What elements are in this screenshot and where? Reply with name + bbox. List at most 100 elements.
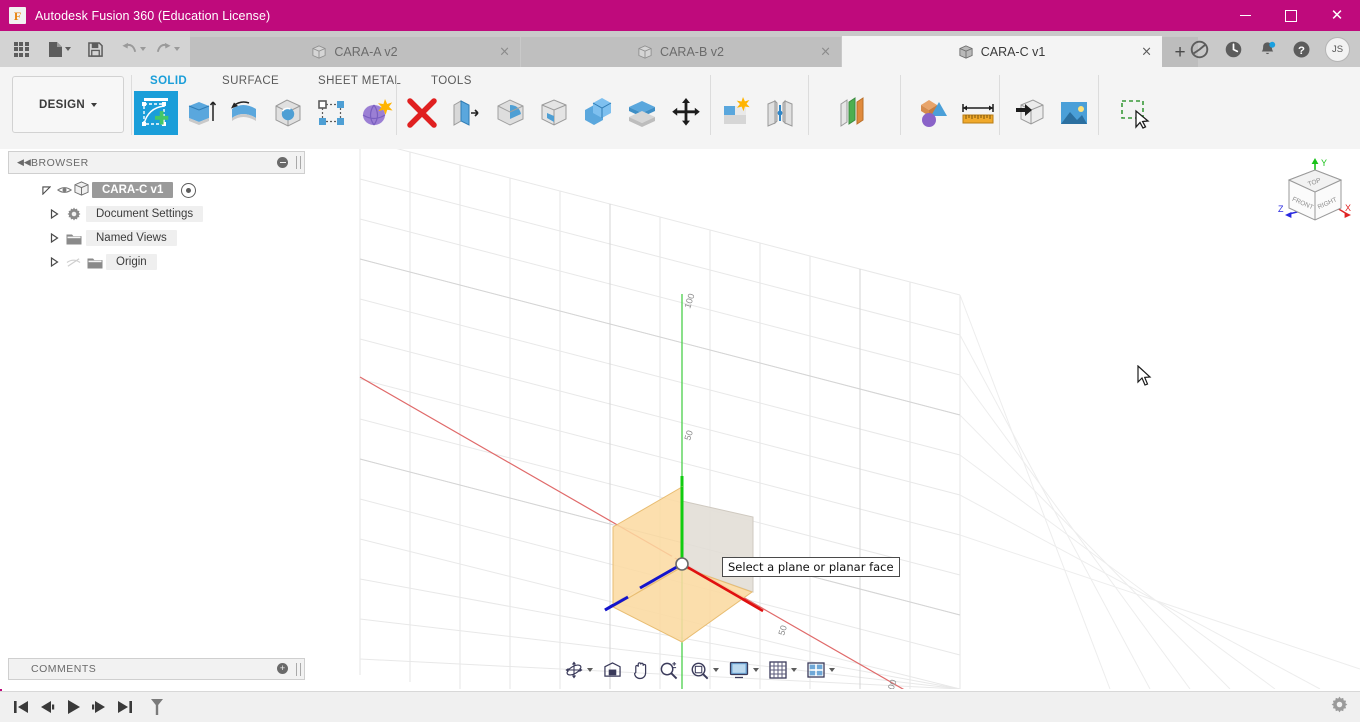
document-tab-cara-c[interactable]: CARA-C v1 × (842, 36, 1162, 67)
comments-resize-grip[interactable] (296, 663, 301, 676)
zoom-window-caret-icon[interactable] (713, 668, 719, 672)
extrude-icon (188, 101, 217, 125)
expand-arrow-icon[interactable] (46, 233, 62, 243)
workspace-switcher[interactable]: DESIGN (12, 76, 124, 133)
window-selection-button[interactable] (1112, 91, 1156, 135)
expand-arrow-icon[interactable] (46, 257, 62, 267)
display-settings-button[interactable] (727, 658, 751, 682)
visibility-eye-icon[interactable] (54, 185, 74, 195)
timeline-filter-button[interactable] (144, 692, 170, 722)
settings-gear-icon (1331, 696, 1348, 713)
assemble-panel: ASSEMBLE (714, 91, 802, 169)
orbit-icon (565, 661, 583, 679)
notifications-button[interactable] (1251, 33, 1283, 65)
split-face-button[interactable] (532, 91, 576, 135)
orbit-button[interactable] (563, 658, 585, 682)
go-to-beginning-button[interactable] (8, 692, 34, 722)
document-tab-cara-a[interactable]: CARA-A v2 × (190, 37, 520, 67)
viewports-caret-icon[interactable] (829, 668, 835, 672)
play-button[interactable] (60, 692, 86, 722)
move-copy-button[interactable] (664, 91, 708, 135)
extrude-button[interactable] (178, 91, 222, 135)
expand-arrow-icon[interactable] (38, 185, 54, 195)
activate-component-radio[interactable] (181, 182, 197, 198)
document-tab-cara-b[interactable]: CARA-B v2 × (521, 37, 841, 67)
shell-icon (497, 99, 524, 126)
visibility-hidden-eye-icon[interactable] (62, 257, 84, 268)
view-navigation-bar (563, 658, 835, 682)
browser-node-document-settings[interactable]: Document Settings (8, 202, 303, 226)
recent-activity-button[interactable] (1217, 33, 1249, 65)
help-button[interactable]: ? (1285, 33, 1317, 65)
expand-arrow-icon[interactable] (46, 209, 62, 219)
minimize-icon (1239, 15, 1251, 16)
combine-button[interactable] (576, 91, 620, 135)
tab-close-icon[interactable]: × (499, 46, 510, 59)
viewports-button[interactable] (805, 658, 827, 682)
joint-button[interactable] (758, 91, 802, 135)
offset-face-button[interactable] (620, 91, 664, 135)
measure-button[interactable] (956, 91, 1000, 135)
account-avatar[interactable]: JS (1325, 36, 1350, 62)
document-cube-icon (638, 45, 652, 59)
ribbon-tab-solid[interactable]: SOLID (150, 75, 187, 87)
shell-button[interactable] (488, 91, 532, 135)
view-cube[interactable]: Y Z X TOP FRONT RIGHT (1275, 154, 1355, 244)
ribbon-tab-tools[interactable]: TOOLS (431, 75, 472, 87)
rectangular-pattern-button[interactable] (310, 91, 354, 135)
app-grid-button[interactable] (6, 34, 36, 64)
measure-icon (962, 104, 994, 124)
step-back-button[interactable] (34, 692, 60, 722)
zoom-button[interactable] (657, 658, 680, 682)
orbit-caret-icon[interactable] (587, 668, 593, 672)
derive-button[interactable] (1008, 91, 1052, 135)
step-forward-button[interactable] (86, 692, 112, 722)
new-component-button[interactable] (714, 91, 758, 135)
sphere-button[interactable] (266, 91, 310, 135)
step-forward-icon (92, 701, 105, 713)
fillet-button[interactable] (444, 91, 488, 135)
go-to-end-button[interactable] (112, 692, 138, 722)
create-panel: CREATE (134, 91, 398, 169)
settings-button[interactable] (1331, 696, 1348, 718)
section-analysis-button[interactable] (912, 91, 956, 135)
collapse-all-icon[interactable] (277, 157, 288, 168)
job-status-button[interactable] (1183, 33, 1215, 65)
browser-node-named-views[interactable]: Named Views (8, 226, 303, 250)
zoom-window-icon (691, 662, 709, 679)
ribbon-tab-sheet-metal[interactable]: SHEET METAL (318, 75, 401, 87)
undo-button[interactable] (118, 34, 148, 64)
look-at-button[interactable] (601, 658, 624, 682)
canvas-button[interactable] (1052, 91, 1096, 135)
tab-close-icon[interactable]: × (1141, 45, 1152, 58)
press-pull-button[interactable] (400, 91, 444, 135)
browser-node-root[interactable]: CARA-C v1 (8, 178, 303, 202)
new-file-button[interactable] (44, 34, 74, 64)
redo-button[interactable] (152, 34, 182, 64)
maximize-icon (1285, 9, 1297, 22)
create-sketch-button[interactable] (134, 91, 178, 135)
grid-snaps-button[interactable] (767, 658, 789, 682)
browser-node-origin[interactable]: Origin (8, 250, 303, 274)
save-button[interactable] (80, 34, 110, 64)
tab-close-icon[interactable]: × (820, 46, 831, 59)
add-comment-icon[interactable]: + (277, 663, 288, 674)
redo-icon (156, 42, 171, 53)
collapse-panel-icon[interactable]: ◀◀ (17, 158, 31, 167)
zoom-window-button[interactable] (688, 658, 711, 682)
minimize-button[interactable] (1222, 0, 1268, 31)
close-button[interactable]: ✕ (1314, 0, 1360, 31)
grid-snaps-caret-icon[interactable] (791, 668, 797, 672)
display-settings-caret-icon[interactable] (753, 668, 759, 672)
help-icon: ? (1293, 41, 1309, 57)
maximize-button[interactable] (1268, 0, 1314, 31)
offset-plane-button[interactable] (830, 91, 874, 135)
revolve-button[interactable] (222, 91, 266, 135)
panel-resize-grip[interactable] (296, 156, 301, 169)
pan-button[interactable] (630, 658, 651, 682)
browser-panel-header: ◀◀ BROWSER (8, 151, 305, 174)
quick-access-toolbar (0, 31, 190, 67)
undo-caret-icon (139, 47, 146, 51)
create-form-button[interactable] (354, 91, 398, 135)
ribbon-tab-surface[interactable]: SURFACE (222, 75, 279, 87)
